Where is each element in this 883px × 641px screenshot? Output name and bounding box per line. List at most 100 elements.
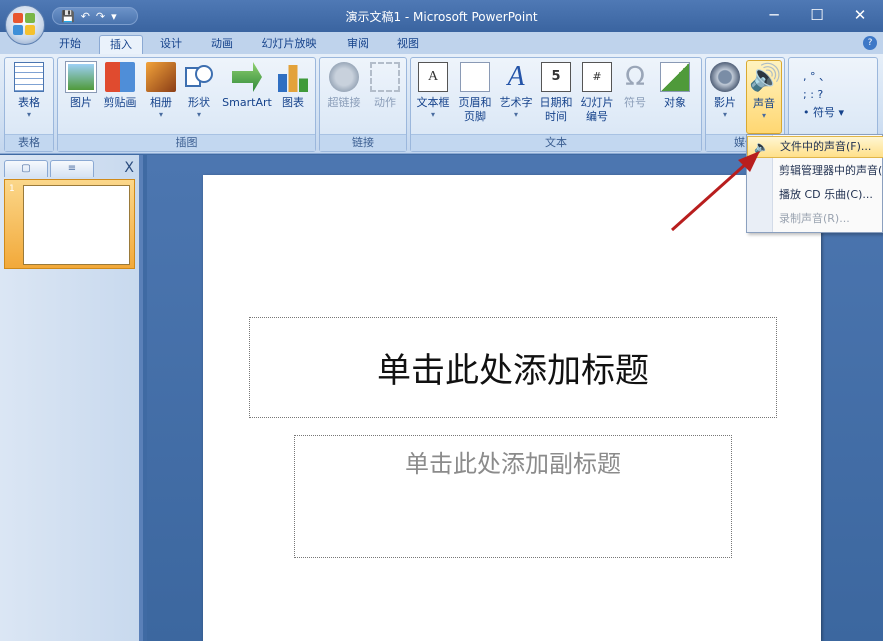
sound-label: 声音: [753, 97, 775, 110]
menu-item-label: 录制声音(R)...: [779, 212, 850, 225]
dropdown-arrow-icon: ▾: [196, 110, 201, 119]
slide[interactable]: 单击此处添加标题 单击此处添加副标题: [203, 175, 821, 641]
menu-item-label: 播放 CD 乐曲(C)...: [779, 188, 873, 201]
annotation-arrow-icon: [670, 151, 760, 232]
table-label: 表格: [18, 96, 40, 109]
table-button[interactable]: 表格 ▾: [11, 62, 47, 120]
textbox-button[interactable]: A 文本框 ▾: [415, 62, 451, 120]
minimize-button[interactable]: ─: [757, 4, 791, 26]
group-label-table: 表格: [5, 134, 53, 151]
calendar-icon: 5: [541, 62, 571, 92]
tab-slideshow[interactable]: 幻灯片放映: [253, 35, 325, 54]
textbox-icon: A: [418, 62, 448, 92]
header-footer-label-line1: 页眉和: [458, 96, 492, 109]
dropdown-arrow-icon: ▾: [513, 110, 518, 119]
action-icon: [370, 62, 400, 92]
symbols-dropdown[interactable]: • 符号 ▾: [803, 104, 844, 122]
film-reel-icon: [710, 62, 740, 92]
chart-icon: [278, 65, 308, 92]
dropdown-arrow-icon: ▾: [761, 111, 766, 120]
office-button[interactable]: [5, 5, 45, 45]
clipart-label: 剪贴画: [103, 96, 137, 109]
window-title: 演示文稿1 - Microsoft PowerPoint: [345, 10, 538, 24]
close-button[interactable]: ✕: [843, 4, 877, 26]
slide-number: 1: [9, 184, 15, 194]
album-label: 相册: [150, 96, 172, 109]
symbols-row-1[interactable]: , ° 、: [803, 68, 844, 86]
title-placeholder-text: 单击此处添加标题: [377, 351, 649, 391]
object-label: 对象: [664, 96, 686, 109]
tab-design[interactable]: 设计: [151, 35, 191, 54]
group-illustrations: 图片 剪贴画 相册 ▾ 形状 ▾ SmartArt 图表 插图: [57, 57, 316, 152]
shapes-label: 形状: [188, 96, 210, 109]
pane-tabs: ▢ ≡ X: [2, 158, 140, 178]
symbol-label: 符号: [624, 96, 646, 109]
close-pane-icon[interactable]: X: [124, 160, 134, 176]
clipart-button[interactable]: 剪贴画: [100, 62, 140, 110]
group-label-text: 文本: [411, 134, 701, 151]
shapes-button[interactable]: 形状 ▾: [182, 62, 216, 120]
symbols-row-2[interactable]: ; : ?: [803, 86, 844, 104]
speaker-icon: 🔊: [749, 63, 782, 93]
slide-thumbnail[interactable]: [23, 185, 130, 265]
group-text: A 文本框 ▾ 页眉和 页脚 A 艺术字 ▾ 5 日期和 时间 # 幻灯片 编号…: [410, 57, 702, 152]
sound-button[interactable]: 🔊 声音 ▾: [746, 60, 782, 134]
tab-slides[interactable]: ▢: [4, 160, 48, 177]
header-footer-button[interactable]: 页眉和 页脚: [455, 62, 495, 124]
symbols-grid: , ° 、 ; : ? • 符号 ▾: [803, 68, 844, 122]
menu-item-label: 文件中的声音(F)...: [780, 140, 872, 153]
tab-outline[interactable]: ≡: [50, 160, 94, 177]
object-icon: [660, 62, 690, 92]
textbox-label: 文本框: [416, 96, 450, 109]
clipart-icon: [105, 62, 135, 92]
group-links: 超链接 动作 链接: [319, 57, 407, 152]
tab-insert[interactable]: 插入: [99, 35, 143, 54]
smartart-label: SmartArt: [222, 96, 272, 109]
picture-button[interactable]: 图片: [64, 61, 98, 110]
title-bar: 💾 ↶ ↷ ▾ 演示文稿1 - Microsoft PowerPoint ─ ☐…: [0, 0, 883, 32]
tab-view[interactable]: 视图: [388, 35, 428, 54]
action-button[interactable]: 动作: [368, 62, 402, 110]
shapes-icon: [184, 62, 214, 92]
group-label-illustrations: 插图: [58, 134, 315, 151]
wordart-icon: A: [507, 61, 525, 92]
slides-pane: ▢ ≡ X 1: [0, 155, 143, 641]
movie-label: 影片: [714, 96, 736, 109]
slide-number-label-line2: 编号: [586, 110, 608, 123]
subtitle-placeholder[interactable]: 单击此处添加副标题: [294, 435, 732, 558]
header-footer-label-line2: 页脚: [464, 110, 486, 123]
album-button[interactable]: 相册 ▾: [144, 62, 178, 120]
slide-thumbnail-selected[interactable]: 1: [4, 179, 135, 269]
slide-number-label-line1: 幻灯片: [580, 96, 614, 109]
dropdown-arrow-icon: ▾: [26, 110, 31, 119]
group-table: 表格 ▾ 表格: [4, 57, 54, 152]
smartart-button[interactable]: SmartArt: [220, 62, 274, 110]
slide-number-icon: #: [582, 62, 612, 92]
hyperlink-icon: [329, 62, 359, 92]
datetime-button[interactable]: 5 日期和 时间: [537, 62, 575, 124]
hyperlink-button[interactable]: 超链接: [324, 62, 364, 110]
symbol-button[interactable]: Ω 符号: [619, 62, 651, 110]
omega-icon: Ω: [625, 62, 645, 92]
group-label-links: 链接: [320, 134, 406, 151]
object-button[interactable]: 对象: [657, 62, 693, 110]
slides-icon: ▢: [21, 163, 31, 174]
title-placeholder[interactable]: 单击此处添加标题: [249, 317, 777, 418]
movie-button[interactable]: 影片 ▾: [708, 62, 742, 120]
subtitle-placeholder-text: 单击此处添加副标题: [405, 450, 621, 478]
menu-item-label: 剪辑管理器中的声音(S)...: [779, 164, 883, 177]
tab-animations[interactable]: 动画: [202, 35, 242, 54]
office-logo-icon: [13, 13, 37, 37]
dropdown-arrow-icon: ▾: [158, 110, 163, 119]
wordart-label: 艺术字: [499, 96, 533, 109]
dropdown-arrow-icon: ▾: [722, 110, 727, 119]
datetime-label-line2: 时间: [545, 110, 567, 123]
tab-home[interactable]: 开始: [50, 35, 90, 54]
tab-review[interactable]: 审阅: [338, 35, 378, 54]
maximize-button[interactable]: ☐: [800, 4, 834, 26]
chart-button[interactable]: 图表: [276, 62, 310, 110]
wordart-button[interactable]: A 艺术字 ▾: [497, 62, 535, 120]
slide-number-button[interactable]: # 幻灯片 编号: [577, 62, 617, 124]
ribbon-tabs: 开始 插入 设计 动画 幻灯片放映 审阅 视图 ?: [0, 32, 883, 54]
help-icon[interactable]: ?: [863, 36, 877, 50]
